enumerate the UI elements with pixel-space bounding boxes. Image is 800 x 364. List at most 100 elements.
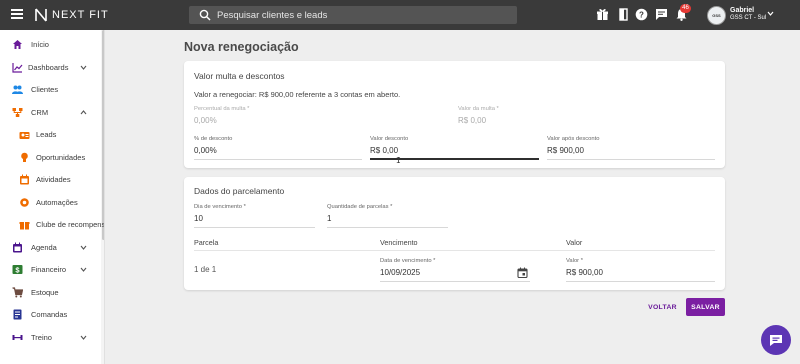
valor-parcela-field[interactable]: Valor * R$ 900,00 [566,258,715,284]
dia-vencimento-field[interactable]: Dia de vencimento * 10 [194,204,315,230]
agenda-icon [13,242,22,252]
dollar-icon: $ [12,264,23,274]
field-underline [566,281,715,282]
column-header-parcela: Parcela [194,238,219,247]
brand-name: NEXT FIT [52,9,109,21]
exit-door-icon[interactable] [617,8,630,21]
field-value[interactable]: 1 [327,214,331,223]
field-label: Dia de vencimento * [194,204,246,210]
sidebar-item-agenda[interactable]: Agenda [0,237,100,257]
field-value[interactable]: R$ 900,00 [547,146,584,155]
field-underline [380,281,530,282]
quantidade-parcelas-field[interactable]: Quantidade de parcelas * 1 [327,204,448,230]
home-icon [13,39,22,49]
field-value[interactable]: R$ 0,00 [370,146,398,155]
table-header-divider [194,250,715,251]
logo[interactable]: NEXT FIT [35,8,109,22]
chevron-down-icon[interactable] [767,10,774,17]
chevron-down-icon [80,335,87,340]
cart-icon [12,286,23,297]
salvar-button[interactable]: SALVAR [686,298,725,316]
sidebar-item-oportunidades[interactable]: Oportunidades [0,147,100,167]
user-unit[interactable]: GSS CT - Sul [730,15,766,21]
sidebar-item-label: Agenda [31,242,57,252]
sidebar-item-inicio[interactable]: Início [0,34,100,54]
sidebar-item-leads[interactable]: Leads [0,124,100,144]
sidebar-item-automacoes[interactable]: Automações [0,192,100,212]
sidebar-item-label: Início [31,39,49,49]
sidebar-item-financeiro[interactable]: $ Financeiro [0,259,100,279]
calendar-picker-icon[interactable] [517,267,528,278]
chevron-down-icon [80,245,87,250]
field-underline [547,159,715,160]
field-value[interactable]: 10 [194,214,203,223]
field-underline [194,159,362,160]
sidebar-item-label: Clube de recompensa [36,219,105,229]
sidebar-item-label: Atividades [36,174,71,184]
sidebar-item-clube-de-recompensa[interactable]: Clube de recompensa [0,214,104,234]
chat-message-icon[interactable] [655,8,668,21]
sidebar-item-clientes[interactable]: Clientes [0,79,100,99]
sidebar-item-comandas[interactable]: Comandas [0,304,100,324]
field-value[interactable]: R$ 900,00 [566,268,603,277]
column-header-vencimento: Vencimento [380,238,418,247]
gift-icon [19,221,30,229]
field-value[interactable]: 0,00% [194,146,217,155]
field-label: Valor após desconto [547,136,600,142]
automation-icon [20,197,29,207]
chevron-down-icon [80,65,87,70]
column-header-valor: Valor [566,238,583,247]
field-label: Data de vencimento * [380,258,436,264]
valor-renegociar-info: Valor a renegociar: R$ 900,00 referente … [194,90,401,99]
avatar[interactable]: GSS [707,6,726,25]
multa-card-title: Valor multa e descontos [194,71,285,81]
text-cursor-icon: I [396,156,401,165]
gift-icon[interactable] [596,8,609,21]
field-label: Valor * [566,258,583,264]
field-underline [327,227,448,228]
field-value: 0,00% [194,116,217,125]
help-icon[interactable]: ? [635,8,648,21]
voltar-button[interactable]: VOLTAR [645,298,680,316]
field-label: % de desconto [194,136,233,142]
data-vencimento-field[interactable]: Data de vencimento * 10/09/2025 [380,258,530,284]
notification-badge: 46 [680,4,691,13]
field-value[interactable]: 10/09/2025 [380,268,420,277]
user-name[interactable]: Gabriel [730,7,754,14]
valor-apos-desconto-field[interactable]: Valor após desconto R$ 900,00 [547,136,715,162]
field-label: Valor desconto [370,136,409,142]
crm-icon [12,107,23,117]
lightbulb-icon [21,152,28,162]
sidebar-item-atividades[interactable]: Atividades [0,169,100,189]
search-input[interactable] [217,6,507,24]
sidebar-item-treino[interactable]: Treino [0,327,100,347]
field-value: R$ 0,00 [458,116,487,125]
parcela-cell: 1 de 1 [194,265,217,274]
sidebar-item-crm[interactable]: CRM [0,102,100,122]
chat-bubble-icon [770,335,782,346]
sidebar-item-dashboards[interactable]: Dashboards [0,57,100,77]
scrollbar-thumb[interactable] [102,30,104,240]
parcelamento-card-title: Dados do parcelamento [194,186,285,196]
field-label: Percentual da multa * [194,106,250,112]
avatar-text: GSS [712,13,721,18]
menu-icon[interactable] [11,9,23,21]
search-bar[interactable] [189,6,517,24]
svg-text:?: ? [639,11,644,20]
calendar-icon [20,174,29,184]
field-underline [194,227,315,228]
sidebar-item-label: Automações [36,197,78,207]
sidebar-item-label: Treino [31,332,52,342]
page-title: Nova renegociação [184,40,299,54]
sidebar-item-label: Dashboards [28,62,69,72]
pct-desconto-field[interactable]: % de desconto 0,00% [194,136,362,162]
chevron-up-icon [80,109,87,114]
sidebar-item-label: Estoque [31,287,59,297]
sidebar-item-label: CRM [31,107,49,117]
support-chat-button[interactable] [761,325,791,355]
chart-icon [12,62,23,73]
top-bar: NEXT FIT ? 46 GSS Gabriel GSS CT - Sul [0,0,800,30]
leads-icon [19,131,30,139]
search-icon [199,9,211,21]
sidebar-item-estoque[interactable]: Estoque [0,282,100,302]
